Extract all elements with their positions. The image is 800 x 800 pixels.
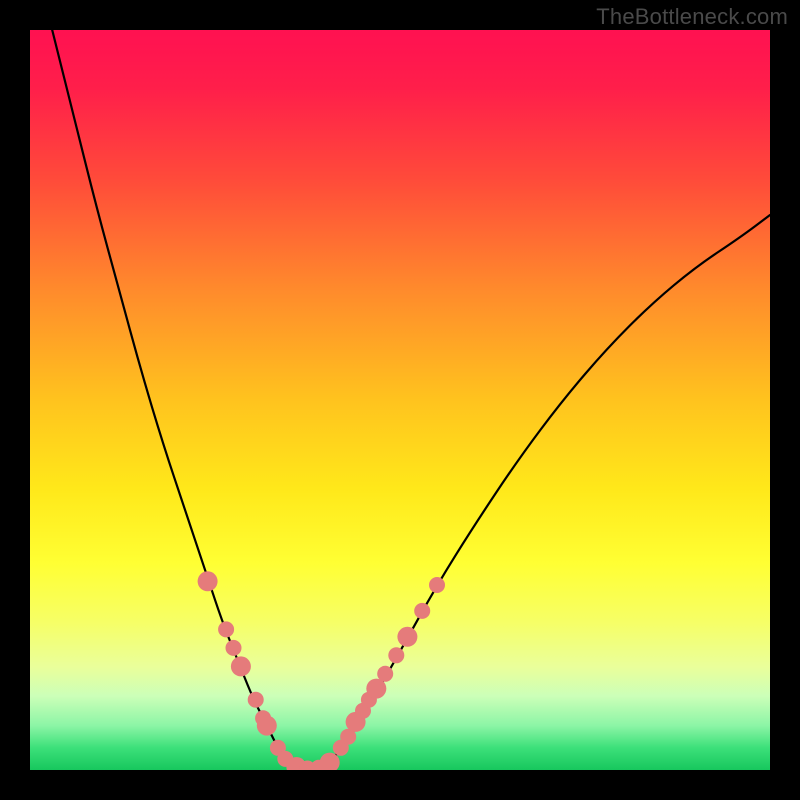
- curve-marker: [248, 692, 264, 708]
- curve-marker: [218, 621, 234, 637]
- curve-marker: [231, 656, 251, 676]
- curve-marker: [198, 571, 218, 591]
- watermark-label: TheBottleneck.com: [596, 4, 788, 30]
- curve-marker: [414, 603, 430, 619]
- curve-marker: [366, 679, 386, 699]
- curve-marker: [377, 666, 393, 682]
- curve-marker: [429, 577, 445, 593]
- curve-marker: [397, 627, 417, 647]
- bottleneck-curve: [52, 30, 770, 769]
- bottleneck-curve-layer: [30, 30, 770, 770]
- plot-area: [30, 30, 770, 770]
- chart-frame: TheBottleneck.com: [0, 0, 800, 800]
- curve-marker: [388, 647, 404, 663]
- marker-group: [198, 571, 445, 770]
- curve-marker: [226, 640, 242, 656]
- curve-marker: [257, 716, 277, 736]
